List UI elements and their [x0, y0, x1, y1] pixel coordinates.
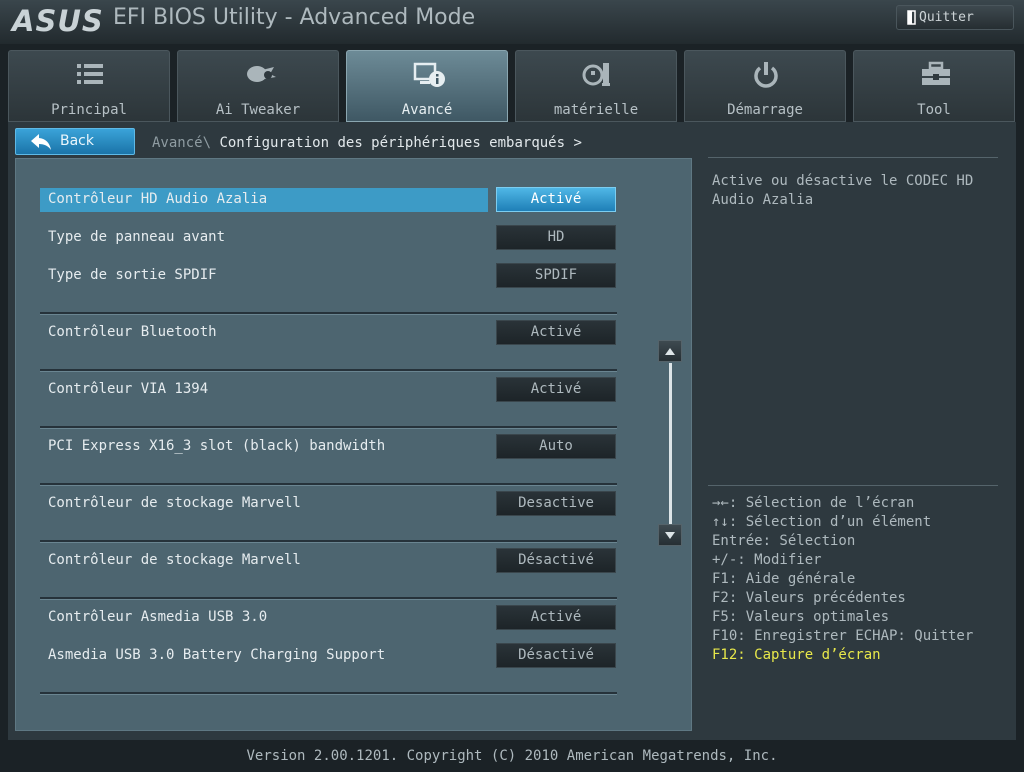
key-hint: F2: Valeurs précédentes [712, 590, 906, 606]
tab-label: matérielle [553, 102, 639, 118]
key-hint: F5: Valeurs optimales [712, 609, 890, 625]
tab-demarrage[interactable]: Démarrage [684, 50, 846, 122]
key-hint: Entrée: Sélection [712, 533, 856, 549]
arrow-down-icon [665, 532, 675, 539]
key-hint: +/-: Modifier [712, 552, 822, 568]
tab-avance[interactable]: Avancé [346, 50, 508, 122]
setting-value-hd-audio[interactable]: Activé [496, 187, 616, 212]
quit-label: Quitter [919, 10, 974, 25]
tab-principal[interactable]: Principal [8, 50, 170, 122]
row-separator [40, 369, 617, 372]
app-title: EFI BIOS Utility - Advanced Mode [113, 5, 476, 30]
setting-value-via-1394[interactable]: Activé [496, 377, 616, 402]
tab-label: Principal [51, 102, 127, 118]
setting-value-front-panel[interactable]: HD [496, 225, 616, 250]
advanced-info-icon [413, 62, 445, 87]
setting-label-asmedia-charging[interactable]: Asmedia USB 3.0 Battery Charging Support [48, 647, 385, 663]
setting-label-hd-audio[interactable]: Contrôleur HD Audio Azalia [48, 191, 267, 207]
tab-label: Avancé [401, 102, 453, 118]
setting-value-bluetooth[interactable]: Activé [496, 320, 616, 345]
tab-label: Démarrage [727, 102, 803, 118]
list-icon [77, 64, 103, 84]
row-separator [40, 540, 617, 543]
tab-label: Ai Tweaker [215, 102, 301, 118]
tab-label: Tool [917, 102, 951, 118]
tab-tool[interactable]: Tool [853, 50, 1015, 122]
setting-label-spdif[interactable]: Type de sortie SPDIF [48, 267, 217, 283]
power-icon [754, 62, 778, 88]
key-hint: ↑↓: Sélection d’un élément [712, 514, 932, 530]
monitor-icon [582, 63, 610, 86]
toolbox-icon [922, 61, 950, 85]
breadcrumb-root[interactable]: Avancé\ [152, 135, 211, 151]
setting-label-bluetooth[interactable]: Contrôleur Bluetooth [48, 324, 217, 340]
key-hint: →←: Sélection de l’écran [712, 495, 915, 511]
setting-label-asmedia-usb3[interactable]: Contrôleur Asmedia USB 3.0 [48, 609, 267, 625]
setting-value-marvell-1[interactable]: Desactive [496, 491, 616, 516]
key-hint-screenshot: F12: Capture d’écran [712, 647, 881, 663]
help-description: Active ou désactive le CODEC HD Audio Az… [712, 173, 974, 208]
setting-label-marvell-1[interactable]: Contrôleur de stockage Marvell [48, 495, 301, 511]
setting-value-pcie-bandwidth[interactable]: Auto [496, 434, 616, 459]
setting-label-pcie-bandwidth[interactable]: PCI Express X16_3 slot (black) bandwidth [48, 438, 385, 454]
version-footer: Version 2.00.1201. Copyright (C) 2010 Am… [246, 748, 778, 764]
row-separator [40, 426, 617, 429]
breadcrumb-current: Configuration des périphériques embarqué… [219, 135, 582, 151]
scrollbar-thumb[interactable] [669, 363, 672, 526]
title-bar: ASUS EFI BIOS Utility - Advanced Mode Qu… [0, 0, 1024, 44]
setting-value-marvell-2[interactable]: Désactivé [496, 548, 616, 573]
row-separator [40, 483, 617, 486]
asus-logo: ASUS [12, 4, 104, 38]
setting-label-marvell-2[interactable]: Contrôleur de stockage Marvell [48, 552, 301, 568]
breadcrumb: Avancé\ Configuration des périphériques … [152, 135, 582, 151]
row-separator [40, 692, 617, 695]
scroll-down-button[interactable] [658, 524, 682, 546]
back-arrow-icon [31, 134, 51, 150]
setting-label-via-1394[interactable]: Contrôleur VIA 1394 [48, 381, 208, 397]
key-hint: F1: Aide générale [712, 571, 856, 587]
row-separator [40, 312, 617, 315]
back-button[interactable]: Back [15, 128, 135, 155]
key-hint: F10: Enregistrer ECHAP: Quitter [712, 628, 974, 644]
tab-materielle[interactable]: matérielle [515, 50, 677, 122]
main-tabs: Principal Ai Tweaker Avancé matérielle D… [8, 50, 1016, 122]
keys-divider [708, 485, 998, 486]
keyboard-legend: →←: Sélection de l’écran ↑↓: Sélection d… [712, 494, 973, 665]
scroll-up-button[interactable] [658, 340, 682, 362]
setting-value-asmedia-charging[interactable]: Désactivé [496, 643, 616, 668]
help-divider [708, 157, 998, 158]
row-separator [40, 597, 617, 600]
quit-button[interactable]: Quitter [896, 5, 1014, 30]
back-label: Back [60, 133, 94, 149]
setting-label-front-panel[interactable]: Type de panneau avant [48, 229, 225, 245]
tab-ai-tweaker[interactable]: Ai Tweaker [177, 50, 339, 122]
exit-icon [907, 10, 916, 25]
arrow-up-icon [665, 348, 675, 355]
setting-value-asmedia-usb3[interactable]: Activé [496, 605, 616, 630]
tweaker-icon [247, 66, 276, 82]
setting-value-spdif[interactable]: SPDIF [496, 263, 616, 288]
